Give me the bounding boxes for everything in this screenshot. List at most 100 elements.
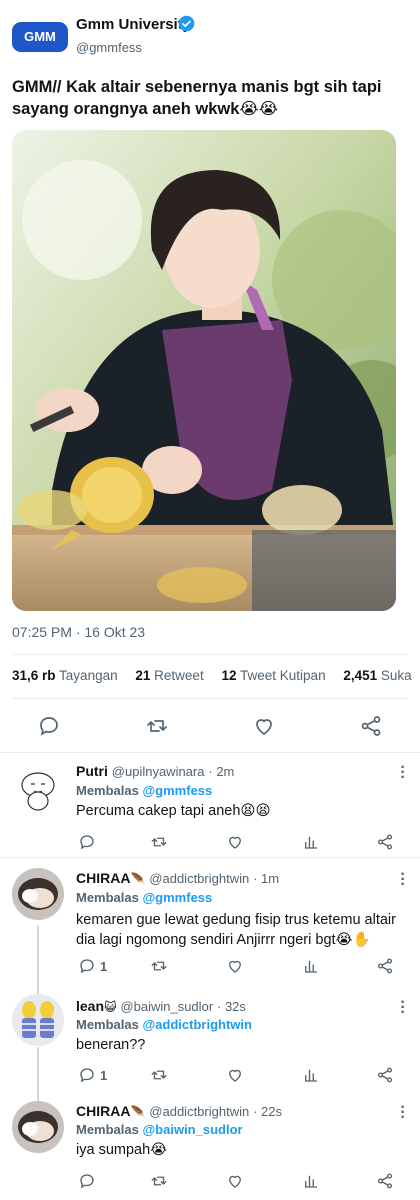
- analytics-button[interactable]: [302, 956, 320, 976]
- reply-action-bar: 1: [76, 1065, 406, 1087]
- reply-item[interactable]: Putri @upilnyawinara · 2m · · · Membalas @…: [0, 753, 420, 857]
- share-icon: [377, 958, 393, 974]
- reply-time: · 32s: [217, 999, 246, 1014]
- tweet-timestamp[interactable]: 07:25 PM · 16 Okt 23: [12, 624, 145, 640]
- reply-time: · 1m: [253, 871, 280, 886]
- account-name[interactable]: Gmm University: [76, 16, 191, 33]
- more-options-icon[interactable]: · · ·: [400, 760, 406, 786]
- analytics-icon: [305, 1069, 317, 1082]
- analytics-button[interactable]: [302, 1065, 320, 1085]
- bananas-avatar-icon: [12, 994, 64, 1046]
- more-options-icon[interactable]: · · ·: [400, 995, 406, 1021]
- analytics-button[interactable]: [302, 832, 320, 852]
- photo-illustration: [12, 130, 396, 611]
- views-label[interactable]: Tayangan: [59, 668, 118, 683]
- reply-button[interactable]: 1: [78, 1065, 107, 1085]
- reply-button[interactable]: [78, 1171, 96, 1191]
- share-button[interactable]: [376, 1065, 394, 1085]
- like-icon: [229, 836, 241, 849]
- likes-count[interactable]: 2,451: [343, 668, 377, 683]
- avatar[interactable]: [12, 763, 64, 815]
- like-icon: [256, 719, 272, 735]
- reply-text: Percuma cakep tapi aneh😫😫: [76, 803, 271, 819]
- cartoon-avatar-icon: [21, 772, 55, 811]
- retweet-button[interactable]: [150, 956, 168, 976]
- share-icon: [361, 716, 381, 736]
- replying-to-handle[interactable]: @gmmfess: [143, 890, 213, 905]
- more-options-icon[interactable]: · · ·: [400, 867, 406, 893]
- like-icon: [229, 1069, 241, 1082]
- analytics-icon: [305, 960, 317, 973]
- analytics-button[interactable]: [302, 1171, 320, 1191]
- reply-author-name[interactable]: Putri: [76, 763, 108, 779]
- like-button[interactable]: [226, 956, 244, 976]
- reply-action-bar: [76, 832, 406, 854]
- like-button[interactable]: [252, 714, 276, 738]
- replying-to-handle[interactable]: @gmmfess: [143, 783, 213, 798]
- divider: [12, 698, 408, 699]
- reply-author-handle[interactable]: @baiwin_sudlor: [120, 999, 213, 1014]
- retweet-icon: [151, 1070, 167, 1080]
- avatar[interactable]: [12, 868, 64, 920]
- replying-to-handle[interactable]: @baiwin_sudlor: [143, 1122, 243, 1137]
- retweet-button[interactable]: [150, 1065, 168, 1085]
- reply-author-handle[interactable]: @addictbrightwin: [149, 871, 249, 886]
- reply-author-name[interactable]: CHIRAA: [76, 870, 130, 886]
- like-button[interactable]: [226, 832, 244, 852]
- retweet-icon: [151, 961, 167, 971]
- retweet-button[interactable]: [150, 1171, 168, 1191]
- avatar[interactable]: [12, 994, 64, 1046]
- reply-count: 1: [100, 958, 108, 974]
- reply-button[interactable]: [78, 832, 96, 852]
- reply-item[interactable]: lean😺 @baiwin_sudlor · 32s · · · Membalas …: [0, 990, 420, 1095]
- like-icon: [229, 1175, 241, 1188]
- reply-button[interactable]: [37, 714, 61, 738]
- retweets-count[interactable]: 21: [135, 668, 150, 683]
- tweet-header: GMM Gmm University @gmmfess: [0, 0, 420, 68]
- reply-action-bar: 1: [76, 956, 406, 978]
- verified-badge-icon: [178, 15, 195, 32]
- likes-label[interactable]: Suka: [381, 668, 412, 683]
- name-emoji: 🪶: [130, 872, 146, 886]
- retweet-button[interactable]: [150, 832, 168, 852]
- reply-icon: [80, 1174, 94, 1189]
- share-button[interactable]: [376, 1171, 394, 1191]
- account-avatar[interactable]: GMM: [12, 22, 68, 52]
- quotes-count[interactable]: 12: [221, 668, 236, 683]
- share-button[interactable]: [376, 832, 394, 852]
- replying-label: Membalas: [76, 783, 139, 798]
- like-icon: [229, 960, 241, 973]
- share-button[interactable]: [359, 714, 383, 738]
- tweet-photo[interactable]: [12, 130, 396, 611]
- share-button[interactable]: [376, 956, 394, 976]
- account-handle[interactable]: @gmmfess: [76, 40, 142, 55]
- replying-label: Membalas: [76, 890, 139, 905]
- like-button[interactable]: [226, 1171, 244, 1191]
- reply-button[interactable]: 1: [78, 956, 107, 976]
- reply-author-handle[interactable]: @addictbrightwin: [149, 1104, 249, 1119]
- analytics-icon: [305, 836, 317, 849]
- quotes-label[interactable]: Tweet Kutipan: [240, 668, 326, 683]
- reply-author-handle[interactable]: @upilnyawinara: [112, 764, 205, 779]
- replying-to-handle[interactable]: @addictbrightwin: [143, 1017, 252, 1032]
- like-button[interactable]: [226, 1065, 244, 1085]
- avatar[interactable]: [12, 1101, 64, 1153]
- reply-action-bar: [76, 1171, 406, 1193]
- reply-text: beneran??: [76, 1037, 146, 1053]
- photo-avatar-icon: [12, 868, 64, 920]
- retweet-button[interactable]: [145, 714, 169, 738]
- reply-author-name[interactable]: CHIRAA: [76, 1103, 130, 1119]
- reply-icon: [80, 1068, 94, 1083]
- reply-item[interactable]: CHIRAA🪶 @addictbrightwin · 22s · · · Memba…: [0, 1095, 420, 1200]
- reply-author-name[interactable]: lean: [76, 998, 104, 1014]
- more-options-icon[interactable]: · · ·: [400, 1100, 406, 1126]
- tweet-stats: 31,6 rb Tayangan 21 Retweet 12 Tweet Kut…: [12, 668, 416, 683]
- reply-icon: [40, 717, 58, 736]
- reply-time: · 22s: [253, 1104, 283, 1119]
- retweets-label[interactable]: Retweet: [154, 668, 204, 683]
- share-icon: [377, 834, 393, 850]
- views-count[interactable]: 31,6 rb: [12, 668, 56, 683]
- reply-icon: [80, 959, 94, 974]
- reply-item[interactable]: CHIRAA🪶 @addictbrightwin · 1m · · · Membal…: [0, 858, 420, 990]
- replying-label: Membalas: [76, 1122, 139, 1137]
